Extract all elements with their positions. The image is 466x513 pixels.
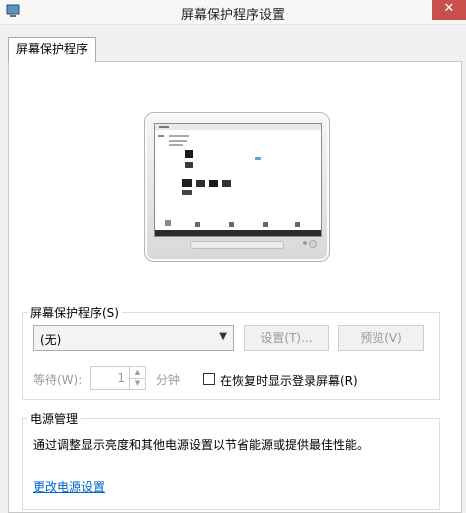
- resume-logon-checkbox[interactable]: [203, 373, 215, 385]
- monitor-power-button: [309, 240, 317, 248]
- power-group: [22, 418, 440, 510]
- resume-logon-label[interactable]: 在恢复时显示登录屏幕(R): [220, 372, 358, 389]
- wait-label: 等待(W):: [33, 373, 83, 387]
- change-power-settings-link[interactable]: 更改电源设置: [33, 478, 105, 495]
- preview-screen: [154, 123, 322, 237]
- power-group-label: 电源管理: [27, 410, 82, 427]
- spin-down-arrow-icon[interactable]: ▼: [129, 378, 145, 389]
- settings-button[interactable]: 设置(T)...: [244, 325, 329, 351]
- screensaver-selected-value: (无): [40, 333, 62, 347]
- title-bar: 屏幕保护程序设置 ✕: [0, 0, 466, 25]
- wait-minutes-spinner[interactable]: 1 ▲ ▼: [90, 366, 146, 390]
- screensaver-group-label: 屏幕保护程序(S): [27, 304, 122, 321]
- preview-button[interactable]: 预览(V): [338, 325, 424, 351]
- close-button[interactable]: ✕: [432, 0, 466, 20]
- monitor-slot: [190, 241, 284, 249]
- screensaver-select[interactable]: (无) ▼: [33, 325, 234, 351]
- chevron-down-icon: ▼: [219, 331, 227, 342]
- power-description: 通过调整显示亮度和其他电源设置以节省能源或提供最佳性能。: [33, 438, 370, 452]
- wait-value: 1: [117, 371, 125, 385]
- tab-screensaver[interactable]: 屏幕保护程序: [8, 37, 96, 62]
- monitor-led: [303, 241, 307, 245]
- monitor-preview: [144, 112, 330, 262]
- minutes-label: 分钟: [156, 373, 181, 387]
- window-title: 屏幕保护程序设置: [180, 8, 285, 23]
